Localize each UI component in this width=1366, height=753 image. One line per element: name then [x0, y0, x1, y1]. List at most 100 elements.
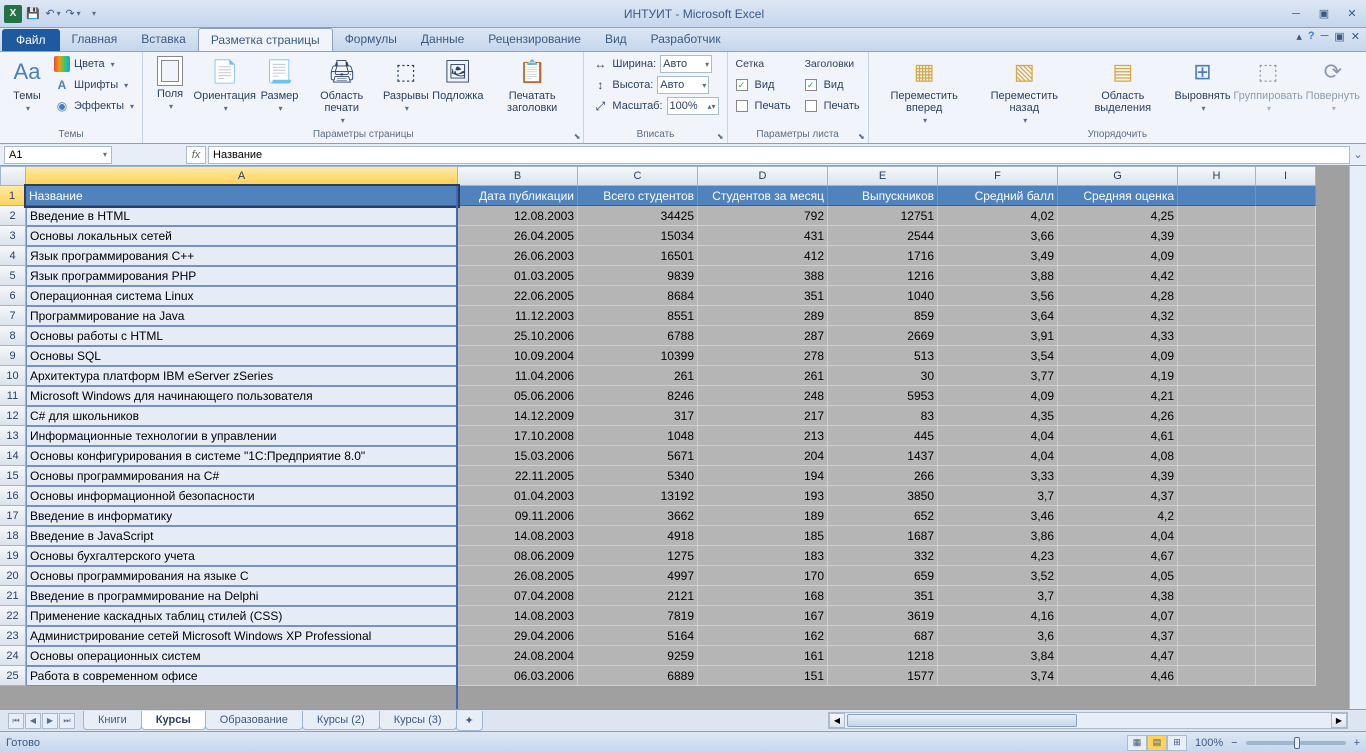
cell[interactable] — [1256, 426, 1316, 446]
cell[interactable]: 3,54 — [938, 346, 1058, 366]
cell[interactable]: 317 — [578, 406, 698, 426]
cell[interactable]: 5953 — [828, 386, 938, 406]
cell[interactable] — [1256, 626, 1316, 646]
cell[interactable]: 34425 — [578, 206, 698, 226]
cell[interactable]: 4,39 — [1058, 466, 1178, 486]
sheet-tab-2[interactable]: Образование — [205, 711, 303, 730]
cell[interactable]: 3,52 — [938, 566, 1058, 586]
cell[interactable]: 4,09 — [1058, 246, 1178, 266]
cell[interactable]: 261 — [578, 366, 698, 386]
cell[interactable]: Основы программирования на C# — [26, 466, 458, 486]
cell[interactable]: Программирование на Java — [26, 306, 458, 326]
cell[interactable]: 3662 — [578, 506, 698, 526]
effects-button[interactable]: ◉Эффекты▾ — [52, 96, 136, 116]
cell[interactable]: 3619 — [828, 606, 938, 626]
cell[interactable]: 4,28 — [1058, 286, 1178, 306]
ribbon-tab-7[interactable]: Разработчик — [639, 28, 733, 51]
cell[interactable] — [1178, 326, 1256, 346]
cell[interactable]: 4,61 — [1058, 426, 1178, 446]
hscroll-right-icon[interactable]: ▶ — [1331, 713, 1347, 728]
row-header-4[interactable]: 4 — [0, 246, 26, 266]
row-header-2[interactable]: 2 — [0, 206, 26, 226]
headings-view-check[interactable]: ✓Вид — [803, 75, 862, 95]
cell[interactable]: 06.03.2006 — [458, 666, 578, 686]
gridlines-view-check[interactable]: ✓Вид — [734, 75, 793, 95]
row-header-3[interactable]: 3 — [0, 226, 26, 246]
cell[interactable]: Основы операционных систем — [26, 646, 458, 666]
row-header-13[interactable]: 13 — [0, 426, 26, 446]
cell[interactable] — [1256, 366, 1316, 386]
cell[interactable]: 4,67 — [1058, 546, 1178, 566]
cell[interactable]: 3,33 — [938, 466, 1058, 486]
colors-button[interactable]: Цвета▾ — [52, 54, 136, 74]
cell[interactable]: 12.08.2003 — [458, 206, 578, 226]
col-header-B[interactable]: B — [458, 166, 578, 186]
cell[interactable]: 6889 — [578, 666, 698, 686]
cell[interactable]: 01.04.2003 — [458, 486, 578, 506]
cell[interactable]: 4,32 — [1058, 306, 1178, 326]
col-header-F[interactable]: F — [938, 166, 1058, 186]
cell[interactable]: 6788 — [578, 326, 698, 346]
cell[interactable]: 4,09 — [1058, 346, 1178, 366]
cell[interactable]: 278 — [698, 346, 828, 366]
zoom-in-button[interactable]: + — [1354, 737, 1360, 749]
cell[interactable]: 09.11.2006 — [458, 506, 578, 526]
cell[interactable]: Основы SQL — [26, 346, 458, 366]
cell[interactable] — [1178, 206, 1256, 226]
cell[interactable]: 15.03.2006 — [458, 446, 578, 466]
cell[interactable]: 26.04.2005 — [458, 226, 578, 246]
cell[interactable]: 261 — [698, 366, 828, 386]
cell[interactable]: 1275 — [578, 546, 698, 566]
cell[interactable]: 25.10.2006 — [458, 326, 578, 346]
cell[interactable]: Язык программирования C++ — [26, 246, 458, 266]
close-button[interactable]: ✕ — [1342, 6, 1362, 22]
cell[interactable] — [1178, 386, 1256, 406]
normal-view-button[interactable]: ▦ — [1127, 735, 1147, 751]
header-cell[interactable]: Средний балл — [938, 186, 1058, 206]
cell[interactable]: Архитектура платформ IBM eServer zSeries — [26, 366, 458, 386]
cell[interactable] — [1256, 526, 1316, 546]
col-header-H[interactable]: H — [1178, 166, 1256, 186]
cell[interactable]: Основы бухгалтерского учета — [26, 546, 458, 566]
help-icon[interactable]: ? — [1308, 30, 1315, 43]
rotate-button[interactable]: ⟳Повернуть▾ — [1306, 54, 1360, 115]
spreadsheet-grid[interactable]: Страница 1 ABCDEFGHI1НазваниеДата публик… — [0, 166, 1366, 709]
sheet-tab-3[interactable]: Курсы (2) — [302, 711, 380, 730]
cell[interactable]: 287 — [698, 326, 828, 346]
minimize-button[interactable]: ─ — [1286, 6, 1306, 22]
cell[interactable]: 8684 — [578, 286, 698, 306]
cell[interactable]: 3,56 — [938, 286, 1058, 306]
cell[interactable]: 193 — [698, 486, 828, 506]
cell[interactable] — [1178, 606, 1256, 626]
cell[interactable]: 217 — [698, 406, 828, 426]
cell[interactable]: Основы локальных сетей — [26, 226, 458, 246]
cell[interactable]: 4,38 — [1058, 586, 1178, 606]
header-cell[interactable]: Выпускников — [828, 186, 938, 206]
cell[interactable]: Основы конфигурирования в системе "1С:Пр… — [26, 446, 458, 466]
cell[interactable] — [1256, 286, 1316, 306]
header-cell[interactable] — [1178, 186, 1256, 206]
cell[interactable] — [1256, 446, 1316, 466]
cell[interactable]: Введение в информатику — [26, 506, 458, 526]
ribbon-tab-0[interactable]: Главная — [60, 28, 130, 51]
cell[interactable]: 3,77 — [938, 366, 1058, 386]
name-box[interactable]: A1▾ — [4, 146, 112, 164]
cell[interactable]: 4,25 — [1058, 206, 1178, 226]
header-cell[interactable] — [1256, 186, 1316, 206]
cell[interactable]: 2544 — [828, 226, 938, 246]
cell[interactable]: 2121 — [578, 586, 698, 606]
cell[interactable] — [1178, 486, 1256, 506]
sheet-tab-1[interactable]: Курсы — [141, 711, 206, 730]
cell[interactable]: 16501 — [578, 246, 698, 266]
cell[interactable] — [1178, 406, 1256, 426]
cell[interactable]: 1716 — [828, 246, 938, 266]
doc-close-icon[interactable]: ✕ — [1351, 30, 1360, 43]
row-header-25[interactable]: 25 — [0, 666, 26, 686]
save-icon[interactable]: 💾 — [24, 5, 42, 23]
row-header-17[interactable]: 17 — [0, 506, 26, 526]
cell[interactable]: 170 — [698, 566, 828, 586]
cell[interactable]: Работа в современном офисе — [26, 666, 458, 686]
cell[interactable] — [1256, 226, 1316, 246]
orientation-button[interactable]: 📄Ориентация▾ — [195, 54, 254, 115]
selection-pane-button[interactable]: ▤Область выделения — [1075, 54, 1171, 116]
